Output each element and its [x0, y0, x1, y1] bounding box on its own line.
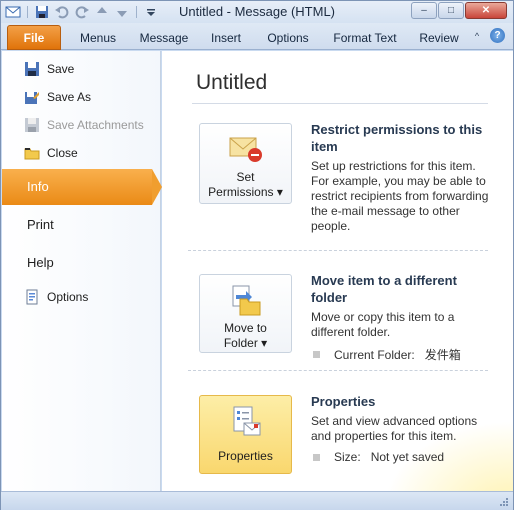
set-permissions-button[interactable]: Set Permissions ▾: [199, 123, 292, 204]
bullet-icon: [313, 351, 320, 358]
current-folder-row: Current Folder: 发件箱: [311, 346, 495, 363]
move-item-section: Move to Folder ▾ Move item to a differen…: [199, 272, 499, 362]
restrict-permissions-section: Set Permissions ▾ Restrict permissions t…: [199, 121, 499, 241]
move-to-folder-label-line1: Move to: [224, 321, 267, 335]
move-to-folder-button[interactable]: Move to Folder ▾: [199, 274, 292, 353]
save-as-icon: [24, 89, 40, 105]
restrict-permissions-heading: Restrict permissions to this item: [311, 122, 483, 154]
close-button[interactable]: ✕: [465, 2, 507, 19]
info-pane: Untitled Set Permissions ▾ Restrict perm…: [162, 51, 513, 491]
current-folder-value: 发件箱: [424, 348, 461, 362]
tab-insert[interactable]: Insert: [199, 28, 253, 48]
maximize-button[interactable]: □: [438, 2, 464, 19]
move-to-folder-icon: [228, 285, 264, 317]
tab-options[interactable]: Options: [258, 28, 318, 48]
properties-button[interactable]: Properties: [199, 395, 292, 474]
properties-button-label: Properties: [218, 449, 273, 463]
set-permissions-label-line1: Set: [236, 170, 255, 184]
move-item-text: Move item to a different folder Move or …: [311, 272, 495, 363]
minimize-ribbon-icon[interactable]: ^: [470, 29, 484, 43]
nav-close[interactable]: Close: [24, 143, 78, 163]
status-bar: [1, 491, 513, 510]
tab-message[interactable]: Message: [133, 28, 195, 48]
window-controls: – □ ✕: [411, 2, 507, 19]
tab-menus[interactable]: Menus: [67, 28, 129, 48]
restrict-permissions-description: Set up restrictions for this item. For e…: [311, 159, 489, 233]
ribbon-tab-bar: File Menus Message Insert Options Format…: [1, 23, 513, 50]
nav-tab-info[interactable]: Info: [2, 169, 162, 205]
move-item-heading: Move item to a different folder: [311, 273, 457, 305]
options-icon: [24, 289, 40, 305]
properties-text: Properties Set and view advanced options…: [311, 393, 495, 464]
minimize-button[interactable]: –: [411, 2, 437, 19]
resize-grip-icon[interactable]: [499, 496, 509, 506]
section-divider: [188, 250, 488, 251]
tab-review[interactable]: Review: [411, 28, 467, 48]
close-folder-icon: [24, 145, 40, 161]
nav-options-label: Options: [47, 290, 89, 304]
bullet-icon: [313, 453, 320, 461]
tab-format-text[interactable]: Format Text: [325, 28, 405, 48]
nav-save-label: Save: [47, 62, 75, 76]
tab-file[interactable]: File: [7, 25, 61, 50]
properties-icon: [228, 406, 264, 438]
help-icon[interactable]: ?: [490, 28, 505, 43]
restrict-permissions-text: Restrict permissions to this item Set up…: [311, 121, 495, 234]
section-divider: [188, 370, 488, 371]
size-row: Size: Not yet saved: [311, 450, 495, 464]
save-attachments-icon: [24, 117, 40, 133]
properties-section: Properties Properties Set and view advan…: [199, 393, 499, 483]
nav-options[interactable]: Options: [24, 287, 88, 307]
nav-save-attachments-label: Save Attachments: [47, 118, 144, 132]
current-folder-label: Current Folder:: [334, 347, 415, 362]
envelope-restrict-icon: [228, 134, 264, 166]
title-divider: [192, 103, 488, 104]
size-value: Not yet saved: [370, 450, 445, 464]
size-label: Size:: [334, 450, 361, 464]
set-permissions-label-line2: Permissions ▾: [208, 185, 283, 199]
nav-save-as[interactable]: Save As: [24, 87, 91, 107]
nav-close-label: Close: [47, 146, 78, 160]
page-title: Untitled: [196, 71, 268, 94]
move-item-description: Move or copy this item to a different fo…: [311, 310, 455, 339]
move-to-folder-label-line2: Folder ▾: [223, 336, 268, 350]
nav-save-attachments[interactable]: Save Attachments: [24, 115, 144, 135]
save-icon: [24, 61, 40, 77]
title-bar: Untitled - Message (HTML) – □ ✕: [1, 1, 513, 23]
nav-tab-print[interactable]: Print: [2, 207, 160, 243]
nav-save-as-label: Save As: [47, 90, 92, 104]
backstage-nav: Save Save As Save Attachments Close Info…: [2, 51, 162, 491]
outlook-message-window: Untitled - Message (HTML) – □ ✕ File Men…: [0, 0, 514, 510]
properties-heading: Properties: [311, 394, 376, 409]
nav-save[interactable]: Save: [24, 59, 74, 79]
ribbon-help-area: ^ ?: [470, 28, 505, 43]
properties-description: Set and view advanced options and proper…: [311, 414, 478, 443]
nav-tab-help[interactable]: Help: [2, 245, 160, 281]
